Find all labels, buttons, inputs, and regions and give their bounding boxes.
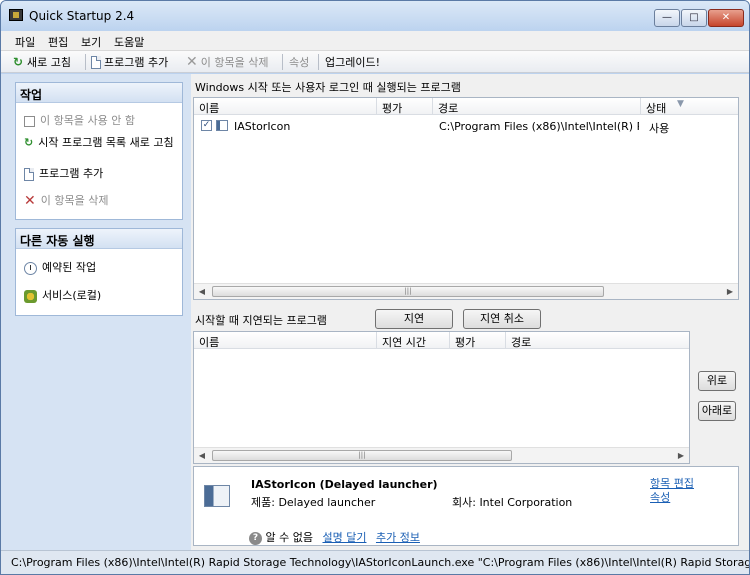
title-bar[interactable]: Quick Startup 2.4 — □ ✕ (1, 1, 749, 31)
delay-button[interactable]: 지연 (375, 309, 453, 329)
toolbar-separator (318, 54, 319, 70)
column-header-rating[interactable]: 평가 (377, 98, 433, 115)
column-header-path[interactable]: 경로 (506, 332, 689, 349)
task-delete-item[interactable]: ✕ 이 항목을 삭제 (24, 193, 179, 209)
row-path: C:\Program Files (x86)\Intel\Intel(R) Ra… (439, 120, 639, 133)
info-title: IAStorIcon (Delayed launcher) (251, 478, 438, 491)
close-button[interactable]: ✕ (708, 9, 744, 27)
info-rating-row: ? 알 수 없음 설명 달기 추가 정보 (249, 529, 420, 545)
autorun-scheduled-tasks[interactable]: 예약된 작업 (24, 262, 179, 275)
add-program-button[interactable]: 프로그램 추가 (91, 54, 168, 70)
services-icon (24, 290, 37, 303)
refresh-icon: ↻ (24, 136, 34, 149)
table-row[interactable]: ✓ IAStorIcon C:\Program Files (x86)\Inte… (194, 117, 738, 135)
autorun-services[interactable]: 서비스(로컬) (24, 290, 179, 303)
sort-arrow-icon: ▼ (677, 99, 684, 109)
scroll-right-icon[interactable]: ▶ (673, 448, 689, 463)
scroll-right-icon[interactable]: ▶ (722, 284, 738, 299)
document-icon (91, 55, 101, 69)
checkbox-icon (24, 116, 35, 127)
refresh-button[interactable]: ↻ 새로 고침 (13, 54, 71, 70)
delayed-list-label: 시작할 때 지연되는 프로그램 (195, 314, 327, 327)
task-disable-item[interactable]: 이 항목을 사용 안 함 (24, 115, 179, 127)
program-icon (216, 120, 228, 131)
column-header-name[interactable]: 이름 (194, 98, 377, 115)
column-header-path[interactable]: 경로 (433, 98, 641, 115)
column-header-status[interactable]: 상태 ▼ (641, 98, 738, 115)
app-icon (9, 9, 23, 21)
column-header-name[interactable]: 이름 (194, 332, 377, 349)
autorun-group: 다른 자동 실행 예약된 작업 서비스(로컬) (15, 228, 183, 316)
autorun-group-title: 다른 자동 실행 (16, 229, 182, 249)
delayed-hscrollbar[interactable]: ◀ ||| ▶ (194, 447, 689, 463)
window-title: Quick Startup 2.4 (29, 9, 135, 23)
row-name: IAStorIcon (234, 120, 291, 133)
program-info-panel: IAStorIcon (Delayed launcher) 제품: Delaye… (193, 466, 739, 546)
scroll-left-icon[interactable]: ◀ (194, 284, 210, 299)
rating-unknown: 알 수 없음 (265, 531, 313, 544)
properties-button[interactable]: 속성 (289, 54, 309, 70)
left-panel: 작업 이 항목을 사용 안 함 ↻ 시작 프로그램 목록 새로 고침 프로그램 … (1, 74, 191, 550)
menu-bar: 파일 편집 보기 도움말 (1, 31, 749, 51)
upgrade-button[interactable]: 업그레이드! (325, 54, 380, 70)
move-up-button[interactable]: 위로 (698, 371, 736, 391)
toolbar-separator (85, 54, 86, 70)
info-product: 제품: Delayed launcher (251, 496, 376, 509)
row-checkbox[interactable]: ✓ (201, 120, 212, 131)
tasks-group-title: 작업 (16, 83, 182, 103)
startup-list[interactable]: 이름 평가 경로 상태 ▼ ✓ IAStorIcon C:\Program Fi… (193, 97, 739, 300)
startup-list-label: Windows 시작 또는 사용자 로그인 때 실행되는 프로그램 (195, 81, 461, 94)
toolbar: ↻ 새로 고침 프로그램 추가 ✕ 이 항목을 삭제 속성 업그레이드! (1, 51, 749, 73)
menu-view[interactable]: 보기 (81, 34, 101, 50)
task-add-program[interactable]: 프로그램 추가 (24, 168, 179, 181)
toolbar-separator (282, 54, 283, 70)
status-path: C:\Program Files (x86)\Intel\Intel(R) Ra… (11, 556, 749, 569)
scroll-left-icon[interactable]: ◀ (194, 448, 210, 463)
scrollbar-thumb[interactable]: ||| (212, 450, 512, 461)
undelay-button[interactable]: 지연 취소 (463, 309, 541, 329)
status-bar: C:\Program Files (x86)\Intel\Intel(R) Ra… (1, 550, 749, 574)
row-status: 사용 (649, 122, 670, 135)
maximize-button[interactable]: □ (681, 9, 707, 27)
menu-help[interactable]: 도움말 (114, 34, 144, 50)
move-down-button[interactable]: 아래로 (698, 401, 736, 421)
delete-icon: ✕ (24, 193, 36, 209)
column-header-rating[interactable]: 평가 (450, 332, 506, 349)
delete-icon: ✕ (186, 54, 198, 70)
scrollbar-thumb[interactable]: ||| (212, 286, 604, 297)
refresh-icon: ↻ (13, 55, 24, 69)
properties-link[interactable]: 속성 (650, 489, 670, 505)
menu-edit[interactable]: 편집 (48, 34, 68, 50)
column-header-delay[interactable]: 지연 시간 (377, 332, 450, 349)
info-company: 회사: Intel Corporation (452, 496, 573, 509)
menu-file[interactable]: 파일 (15, 34, 35, 50)
comment-link[interactable]: 설명 달기 (322, 531, 366, 544)
task-refresh-list[interactable]: ↻ 시작 프로그램 목록 새로 고침 (24, 137, 179, 149)
question-icon: ? (249, 531, 262, 545)
main-area: Windows 시작 또는 사용자 로그인 때 실행되는 프로그램 이름 평가 … (191, 74, 749, 550)
more-info-link[interactable]: 추가 정보 (376, 531, 420, 544)
app-window: Quick Startup 2.4 — □ ✕ 파일 편집 보기 도움말 ↻ 새… (0, 0, 750, 575)
tasks-group: 작업 이 항목을 사용 안 함 ↻ 시작 프로그램 목록 새로 고침 프로그램 … (15, 82, 183, 220)
program-icon (204, 485, 230, 507)
scheduled-task-icon (24, 262, 37, 275)
document-icon (24, 168, 34, 181)
delayed-list[interactable]: 이름 지연 시간 평가 경로 ◀ ||| ▶ (193, 331, 690, 464)
startup-hscrollbar[interactable]: ◀ ||| ▶ (194, 283, 738, 299)
delete-item-button[interactable]: ✕ 이 항목을 삭제 (186, 54, 268, 70)
minimize-button[interactable]: — (654, 9, 680, 27)
